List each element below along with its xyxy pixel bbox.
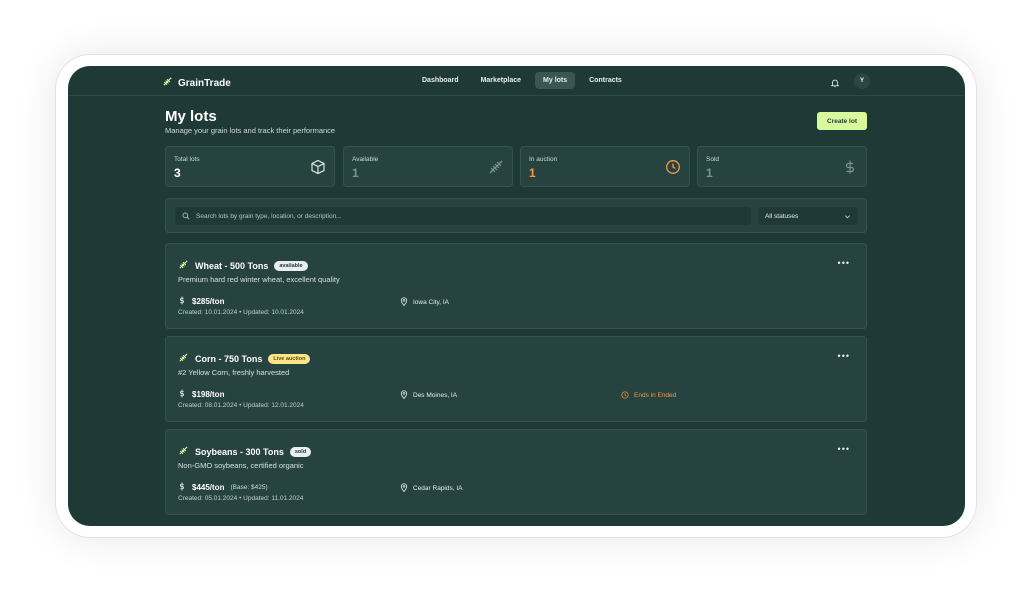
lot-card[interactable]: Corn - 750 Tons Live auction ••• #2 Yell… <box>165 336 867 422</box>
lot-title: Wheat - 500 Tons <box>195 261 269 271</box>
filter-bar: Search lots by grain type, location, or … <box>165 198 867 233</box>
status-badge: Live auction <box>268 354 311 364</box>
location-pin-icon <box>400 293 408 311</box>
lot-header: Corn - 750 Tons Live auction <box>178 350 311 368</box>
nav-links: Dashboard Marketplace My lots Contracts <box>414 72 630 89</box>
price-value: $285/ton <box>192 296 225 306</box>
dollar-icon <box>842 159 858 180</box>
nav-marketplace[interactable]: Marketplace <box>473 72 529 89</box>
stat-label: Sold <box>706 156 720 163</box>
lot-location: Des Moines, IA <box>400 386 457 404</box>
box-icon <box>310 159 326 180</box>
chevron-down-icon <box>844 207 851 225</box>
search-icon <box>182 207 190 225</box>
lot-dates: Created: 08.01.2024 • Updated: 12.01.202… <box>178 402 304 409</box>
stat-label: In auction <box>529 156 558 163</box>
wheat-logo-icon <box>162 74 173 92</box>
status-badge: available <box>274 261 308 271</box>
lot-dates: Created: 10.01.2024 • Updated: 10.01.202… <box>178 309 304 316</box>
dollar-icon <box>178 478 186 496</box>
stat-value: 1 <box>706 166 713 180</box>
stat-value: 1 <box>352 166 359 180</box>
location-text: Iowa City, IA <box>413 298 450 306</box>
price-value: $198/ton <box>192 389 225 399</box>
location-pin-icon <box>400 479 408 497</box>
clock-icon <box>621 386 629 404</box>
stat-value: 1 <box>529 166 536 180</box>
clock-icon <box>665 159 681 180</box>
location-pin-icon <box>400 386 408 404</box>
dollar-icon <box>178 385 186 403</box>
lot-header: Wheat - 500 Tons available <box>178 257 308 275</box>
more-options-icon[interactable]: ••• <box>838 444 850 454</box>
lot-description: Premium hard red winter wheat, excellent… <box>178 275 340 284</box>
status-badge: sold <box>289 447 312 457</box>
price-value: $445/ton <box>192 482 225 492</box>
app-screen: GrainTrade Dashboard Marketplace My lots… <box>68 66 965 526</box>
more-options-icon[interactable]: ••• <box>838 351 850 361</box>
app-name: GrainTrade <box>178 77 231 89</box>
top-nav: GrainTrade Dashboard Marketplace My lots… <box>68 66 965 96</box>
avatar[interactable]: Y <box>854 73 870 89</box>
lot-card[interactable]: Soybeans - 300 Tons sold ••• Non-GMO soy… <box>165 429 867 515</box>
page-title: My lots <box>165 108 217 125</box>
location-text: Cedar Rapids, IA <box>413 484 463 492</box>
nav-dashboard[interactable]: Dashboard <box>414 72 467 89</box>
bell-icon[interactable] <box>830 75 840 93</box>
lot-card[interactable]: Wheat - 500 Tons available ••• Premium h… <box>165 243 867 329</box>
create-lot-button[interactable]: Create lot <box>817 112 867 130</box>
auction-ends: Ends in Ended <box>621 386 676 404</box>
lot-location: Iowa City, IA <box>400 293 449 311</box>
stat-value: 3 <box>174 166 181 180</box>
dollar-icon <box>178 292 186 310</box>
lot-title: Soybeans - 300 Tons <box>195 447 284 457</box>
lot-dates: Created: 05.01.2024 • Updated: 11.01.202… <box>178 495 304 502</box>
more-options-icon[interactable]: ••• <box>838 258 850 268</box>
base-price: (Base: $425) <box>230 483 268 491</box>
stat-in-auction: In auction 1 <box>520 146 690 187</box>
lot-price: $285/ton <box>178 292 224 310</box>
location-text: Des Moines, IA <box>413 391 458 399</box>
lot-description: Non-GMO soybeans, certified organic <box>178 461 304 470</box>
status-select-value: All statuses <box>765 212 799 220</box>
stat-label: Total lots <box>174 156 200 163</box>
lot-price: $198/ton <box>178 385 224 403</box>
stat-sold: Sold 1 <box>697 146 867 187</box>
lot-price: $445/ton (Base: $425) <box>178 478 268 496</box>
lot-location: Cedar Rapids, IA <box>400 479 463 497</box>
nav-contracts[interactable]: Contracts <box>581 72 630 89</box>
status-select[interactable]: All statuses <box>758 207 858 225</box>
lot-description: #2 Yellow Corn, freshly harvested <box>178 368 290 377</box>
wheat-icon <box>178 443 189 461</box>
wheat-icon <box>178 350 189 368</box>
search-placeholder: Search lots by grain type, location, or … <box>196 212 342 220</box>
wheat-icon <box>488 159 504 180</box>
nav-my-lots[interactable]: My lots <box>535 72 576 89</box>
stat-label: Available <box>352 156 379 163</box>
wheat-icon <box>178 257 189 275</box>
page-subtitle: Manage your grain lots and track their p… <box>165 126 336 135</box>
ends-text: Ends in Ended <box>634 391 677 399</box>
logo[interactable]: GrainTrade <box>162 74 231 92</box>
search-input[interactable]: Search lots by grain type, location, or … <box>175 207 751 225</box>
stat-total-lots: Total lots 3 <box>165 146 335 187</box>
lot-title: Corn - 750 Tons <box>195 354 263 364</box>
lot-header: Soybeans - 300 Tons sold <box>178 443 312 461</box>
stat-available: Available 1 <box>343 146 513 187</box>
